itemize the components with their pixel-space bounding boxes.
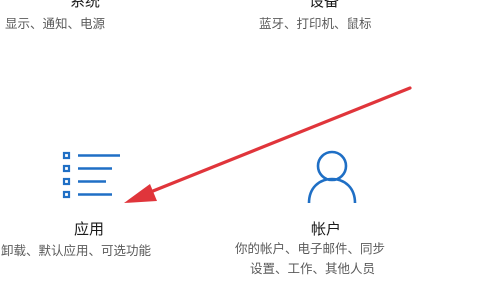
settings-home: 系统 显示、通知、电源 设备 蓝牙、打印机、鼠标 应用 卸载、默认应用、可选功能 — [0, 0, 500, 294]
annotation-arrow — [124, 86, 412, 203]
